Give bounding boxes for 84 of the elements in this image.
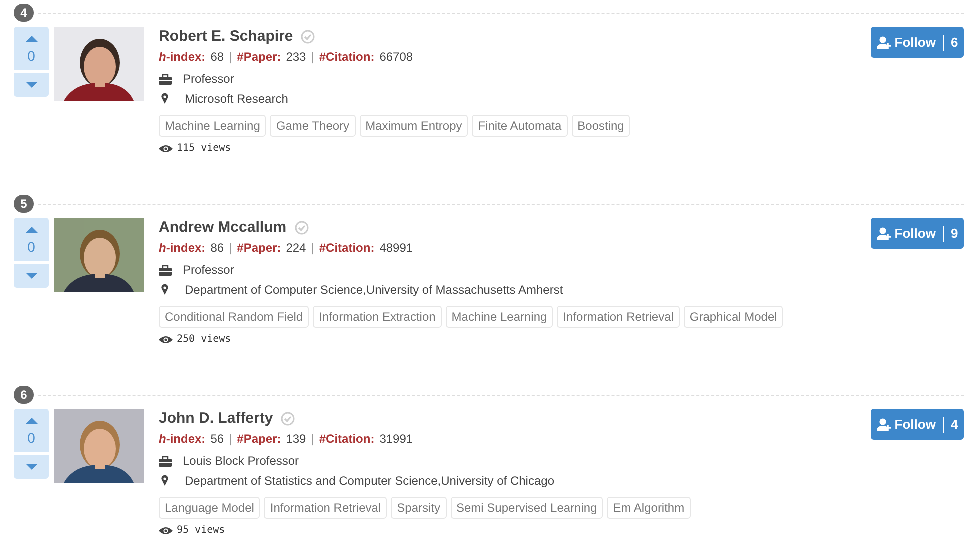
downvote-button[interactable] (14, 455, 49, 479)
triangle-down-icon (24, 463, 38, 471)
tag[interactable]: Boosting (572, 114, 630, 137)
rank-badge: 6 (14, 386, 34, 404)
stat-value: 31991 (380, 431, 414, 448)
briefcase-icon (159, 74, 172, 86)
tag[interactable]: Machine Learning (446, 306, 554, 328)
follow-button[interactable]: Follow 6 (871, 27, 964, 58)
expert-name[interactable]: Andrew Mccallum (159, 218, 287, 238)
stat-value: 66708 (380, 49, 414, 66)
separator: | (311, 240, 314, 256)
stat-label: #Citation: (319, 431, 375, 448)
briefcase-icon (159, 456, 172, 468)
vote-count: 0 (28, 429, 36, 448)
upvote-button[interactable]: 0 (14, 409, 49, 452)
stat-value: 68 (210, 49, 224, 66)
view-count: 95 views (177, 524, 226, 538)
eye-icon (159, 526, 173, 536)
expert-name[interactable]: John D. Lafferty (159, 409, 274, 430)
triangle-up-icon (24, 226, 38, 234)
stat-label: #Citation: (319, 240, 375, 256)
tag[interactable]: Information Retrieval (264, 496, 388, 519)
downvote-button[interactable] (14, 264, 49, 288)
upvote-button[interactable]: 0 (14, 218, 49, 261)
separator: | (229, 49, 232, 66)
stat-label: #Paper: (237, 431, 282, 448)
stat-label: #Citation: (319, 49, 375, 66)
tag[interactable]: Finite Automata (472, 114, 568, 137)
follow-button[interactable]: Follow 9 (871, 218, 964, 249)
stat-value: 48991 (380, 240, 414, 256)
triangle-up-icon (24, 417, 38, 425)
map-pin-icon (161, 284, 169, 296)
stat-value: 224 (286, 240, 306, 256)
stat-label: h-index: (159, 431, 206, 448)
stat-value: 86 (210, 240, 224, 256)
tag[interactable]: Conditional Random Field (159, 306, 310, 328)
separator: | (229, 240, 232, 256)
tag[interactable]: Em Algorithm (607, 496, 691, 519)
downvote-button[interactable] (14, 73, 49, 97)
stat-value: 233 (286, 49, 306, 66)
map-pin-icon (161, 475, 169, 486)
vote-count: 0 (28, 238, 36, 257)
tag[interactable]: Graphical Model (684, 306, 784, 328)
stat-label: #Paper: (237, 240, 282, 256)
tag[interactable]: Semi Supervised Learning (450, 496, 604, 519)
tag[interactable]: Language Model (159, 496, 260, 519)
affiliation-text: Department of Computer Science,University of Massachusetts Amherst (185, 282, 564, 298)
follow-button[interactable]: Follow 4 (871, 409, 964, 440)
expert-name[interactable]: Robert E. Schapire (159, 27, 294, 48)
position-text: Louis Block Professor (183, 453, 300, 470)
stat-label: #Paper: (237, 49, 282, 66)
map-pin-icon (161, 93, 169, 104)
stat-value: 139 (286, 431, 306, 448)
triangle-up-icon (24, 35, 38, 43)
position-text: Professor (183, 262, 234, 279)
separator: | (311, 49, 314, 66)
stat-label: h-index: (159, 49, 206, 66)
eye-icon (159, 334, 173, 345)
triangle-down-icon (24, 81, 38, 89)
stat-label: h-index: (159, 240, 206, 256)
affiliation-text: Microsoft Research (185, 90, 288, 107)
view-count: 115 views (177, 142, 232, 156)
tag[interactable]: Information Extraction (313, 306, 442, 328)
stat-value: 56 (210, 431, 224, 448)
user-plus-icon (876, 227, 891, 240)
tag[interactable]: Information Retrieval (557, 306, 680, 328)
triangle-down-icon (24, 272, 38, 280)
tag[interactable]: Sparsity (391, 496, 446, 519)
view-count: 250 views (177, 333, 232, 346)
upvote-button[interactable]: 0 (14, 27, 49, 70)
eye-icon (159, 144, 173, 154)
position-text: Professor (183, 71, 234, 88)
separator: | (311, 431, 314, 448)
rank-badge: 5 (14, 195, 34, 213)
tag[interactable]: Maximum Entropy (360, 114, 468, 137)
user-plus-icon (876, 36, 891, 49)
briefcase-icon (159, 265, 172, 276)
separator: | (229, 431, 232, 448)
user-plus-icon (876, 418, 891, 431)
rank-badge: 4 (14, 4, 34, 22)
tag[interactable]: Game Theory (270, 114, 356, 137)
affiliation-text: Department of Statistics and Computer Science,University of Chicago (185, 472, 554, 489)
vote-count: 0 (28, 47, 36, 66)
tag[interactable]: Machine Learning (159, 114, 266, 137)
